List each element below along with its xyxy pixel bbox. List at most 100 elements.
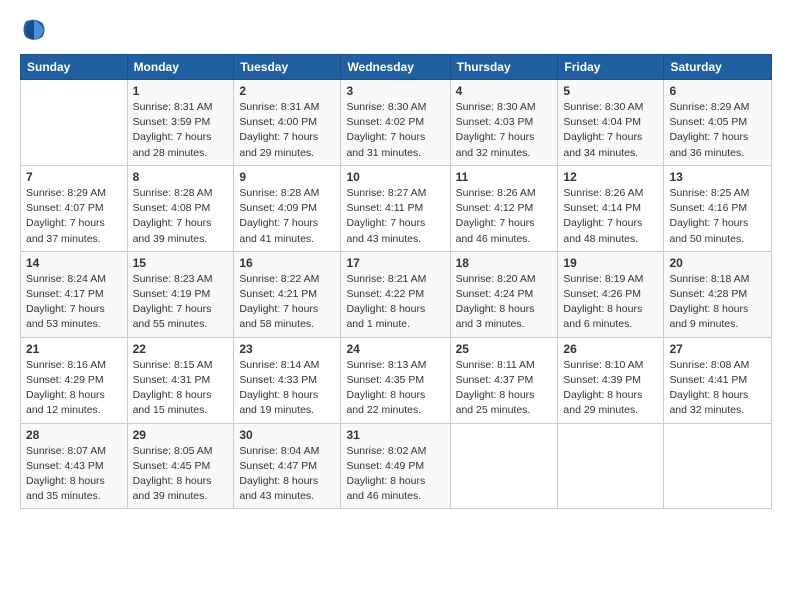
day-info: Sunrise: 8:14 AMSunset: 4:33 PMDaylight:… — [239, 358, 335, 419]
week-row-3: 21 Sunrise: 8:16 AMSunset: 4:29 PMDayligh… — [21, 337, 772, 423]
day-info: Sunrise: 8:31 AMSunset: 3:59 PMDaylight:… — [133, 100, 229, 161]
weekday-tuesday: Tuesday — [234, 55, 341, 80]
day-number: 2 — [239, 84, 335, 98]
day-cell: 26Sunrise: 8:10 AMSunset: 4:39 PMDayligh… — [558, 337, 664, 423]
day-cell: 5 Sunrise: 8:30 AMSunset: 4:04 PMDaylight… — [558, 80, 664, 166]
day-info: Sunrise: 8:11 AMSunset: 4:37 PMDaylight:… — [456, 358, 553, 419]
day-info: Sunrise: 8:19 AMSunset: 4:26 PMDaylight:… — [563, 272, 658, 333]
day-info: Sunrise: 8:30 AMSunset: 4:03 PMDaylight:… — [456, 100, 553, 161]
day-info: Sunrise: 8:30 AMSunset: 4:04 PMDaylight:… — [563, 100, 658, 161]
day-cell: 11 Sunrise: 8:26 AMSunset: 4:12 PMDayligh… — [450, 165, 558, 251]
calendar-body: 1 Sunrise: 8:31 AMSunset: 3:59 PMDaylight… — [21, 80, 772, 509]
day-cell: 27Sunrise: 8:08 AMSunset: 4:41 PMDayligh… — [664, 337, 772, 423]
day-cell: 16Sunrise: 8:22 AMSunset: 4:21 PMDayligh… — [234, 251, 341, 337]
week-row-0: 1 Sunrise: 8:31 AMSunset: 3:59 PMDaylight… — [21, 80, 772, 166]
day-cell: 29 Sunrise: 8:05 AMSunset: 4:45 PMDayligh… — [127, 423, 234, 509]
day-cell: 10 Sunrise: 8:27 AMSunset: 4:11 PMDayligh… — [341, 165, 450, 251]
weekday-sunday: Sunday — [21, 55, 128, 80]
day-cell: 9Sunrise: 8:28 AMSunset: 4:09 PMDaylight… — [234, 165, 341, 251]
day-cell — [664, 423, 772, 509]
day-cell: 2 Sunrise: 8:31 AMSunset: 4:00 PMDaylight… — [234, 80, 341, 166]
day-info: Sunrise: 8:18 AMSunset: 4:28 PMDaylight:… — [669, 272, 766, 333]
week-row-1: 7 Sunrise: 8:29 AMSunset: 4:07 PMDaylight… — [21, 165, 772, 251]
day-number: 12 — [563, 170, 658, 184]
day-info: Sunrise: 8:15 AMSunset: 4:31 PMDaylight:… — [133, 358, 229, 419]
day-number: 11 — [456, 170, 553, 184]
day-number: 3 — [346, 84, 444, 98]
day-number: 23 — [239, 342, 335, 356]
day-number: 4 — [456, 84, 553, 98]
day-number: 31 — [346, 428, 444, 442]
day-info: Sunrise: 8:21 AMSunset: 4:22 PMDaylight:… — [346, 272, 444, 333]
day-cell: 19Sunrise: 8:19 AMSunset: 4:26 PMDayligh… — [558, 251, 664, 337]
day-info: Sunrise: 8:26 AMSunset: 4:12 PMDaylight:… — [456, 186, 553, 247]
weekday-header-row: SundayMondayTuesdayWednesdayThursdayFrid… — [21, 55, 772, 80]
day-number: 17 — [346, 256, 444, 270]
calendar-header: SundayMondayTuesdayWednesdayThursdayFrid… — [21, 55, 772, 80]
day-info: Sunrise: 8:20 AMSunset: 4:24 PMDaylight:… — [456, 272, 553, 333]
day-cell: 14 Sunrise: 8:24 AMSunset: 4:17 PMDayligh… — [21, 251, 128, 337]
day-number: 8 — [133, 170, 229, 184]
weekday-saturday: Saturday — [664, 55, 772, 80]
day-number: 15 — [133, 256, 229, 270]
day-number: 1 — [133, 84, 229, 98]
day-info: Sunrise: 8:31 AMSunset: 4:00 PMDaylight:… — [239, 100, 335, 161]
day-number: 21 — [26, 342, 122, 356]
day-cell: 15 Sunrise: 8:23 AMSunset: 4:19 PMDayligh… — [127, 251, 234, 337]
day-number: 13 — [669, 170, 766, 184]
day-cell: 12 Sunrise: 8:26 AMSunset: 4:14 PMDayligh… — [558, 165, 664, 251]
day-cell: 25 Sunrise: 8:11 AMSunset: 4:37 PMDayligh… — [450, 337, 558, 423]
day-info: Sunrise: 8:24 AMSunset: 4:17 PMDaylight:… — [26, 272, 122, 333]
day-number: 25 — [456, 342, 553, 356]
day-cell: 1 Sunrise: 8:31 AMSunset: 3:59 PMDaylight… — [127, 80, 234, 166]
day-cell: 18 Sunrise: 8:20 AMSunset: 4:24 PMDayligh… — [450, 251, 558, 337]
day-cell: 8 Sunrise: 8:28 AMSunset: 4:08 PMDaylight… — [127, 165, 234, 251]
day-info: Sunrise: 8:10 AMSunset: 4:39 PMDaylight:… — [563, 358, 658, 419]
day-number: 24 — [346, 342, 444, 356]
day-cell — [21, 80, 128, 166]
day-info: Sunrise: 8:27 AMSunset: 4:11 PMDaylight:… — [346, 186, 444, 247]
day-number: 5 — [563, 84, 658, 98]
day-info: Sunrise: 8:04 AMSunset: 4:47 PMDaylight:… — [239, 444, 335, 505]
day-cell: 20 Sunrise: 8:18 AMSunset: 4:28 PMDayligh… — [664, 251, 772, 337]
day-number: 20 — [669, 256, 766, 270]
day-number: 6 — [669, 84, 766, 98]
day-number: 28 — [26, 428, 122, 442]
day-cell: 17 Sunrise: 8:21 AMSunset: 4:22 PMDayligh… — [341, 251, 450, 337]
weekday-friday: Friday — [558, 55, 664, 80]
day-cell — [450, 423, 558, 509]
calendar-table: SundayMondayTuesdayWednesdayThursdayFrid… — [20, 54, 772, 509]
day-number: 10 — [346, 170, 444, 184]
day-info: Sunrise: 8:02 AMSunset: 4:49 PMDaylight:… — [346, 444, 444, 505]
day-cell: 28Sunrise: 8:07 AMSunset: 4:43 PMDayligh… — [21, 423, 128, 509]
day-number: 9 — [239, 170, 335, 184]
day-cell: 6 Sunrise: 8:29 AMSunset: 4:05 PMDaylight… — [664, 80, 772, 166]
header — [20, 16, 772, 44]
day-info: Sunrise: 8:23 AMSunset: 4:19 PMDaylight:… — [133, 272, 229, 333]
day-info: Sunrise: 8:05 AMSunset: 4:45 PMDaylight:… — [133, 444, 229, 505]
day-info: Sunrise: 8:22 AMSunset: 4:21 PMDaylight:… — [239, 272, 335, 333]
weekday-thursday: Thursday — [450, 55, 558, 80]
day-number: 7 — [26, 170, 122, 184]
day-info: Sunrise: 8:29 AMSunset: 4:07 PMDaylight:… — [26, 186, 122, 247]
day-number: 18 — [456, 256, 553, 270]
day-number: 14 — [26, 256, 122, 270]
day-info: Sunrise: 8:28 AMSunset: 4:08 PMDaylight:… — [133, 186, 229, 247]
day-info: Sunrise: 8:08 AMSunset: 4:41 PMDaylight:… — [669, 358, 766, 419]
page: SundayMondayTuesdayWednesdayThursdayFrid… — [0, 0, 792, 612]
day-number: 22 — [133, 342, 229, 356]
logo — [20, 16, 52, 44]
weekday-wednesday: Wednesday — [341, 55, 450, 80]
day-info: Sunrise: 8:29 AMSunset: 4:05 PMDaylight:… — [669, 100, 766, 161]
day-number: 29 — [133, 428, 229, 442]
day-cell: 24Sunrise: 8:13 AMSunset: 4:35 PMDayligh… — [341, 337, 450, 423]
day-info: Sunrise: 8:16 AMSunset: 4:29 PMDaylight:… — [26, 358, 122, 419]
day-info: Sunrise: 8:26 AMSunset: 4:14 PMDaylight:… — [563, 186, 658, 247]
week-row-4: 28Sunrise: 8:07 AMSunset: 4:43 PMDayligh… — [21, 423, 772, 509]
day-cell: 31 Sunrise: 8:02 AMSunset: 4:49 PMDayligh… — [341, 423, 450, 509]
day-cell: 21 Sunrise: 8:16 AMSunset: 4:29 PMDayligh… — [21, 337, 128, 423]
day-cell: 3Sunrise: 8:30 AMSunset: 4:02 PMDaylight… — [341, 80, 450, 166]
day-info: Sunrise: 8:25 AMSunset: 4:16 PMDaylight:… — [669, 186, 766, 247]
day-number: 30 — [239, 428, 335, 442]
day-cell: 7 Sunrise: 8:29 AMSunset: 4:07 PMDaylight… — [21, 165, 128, 251]
